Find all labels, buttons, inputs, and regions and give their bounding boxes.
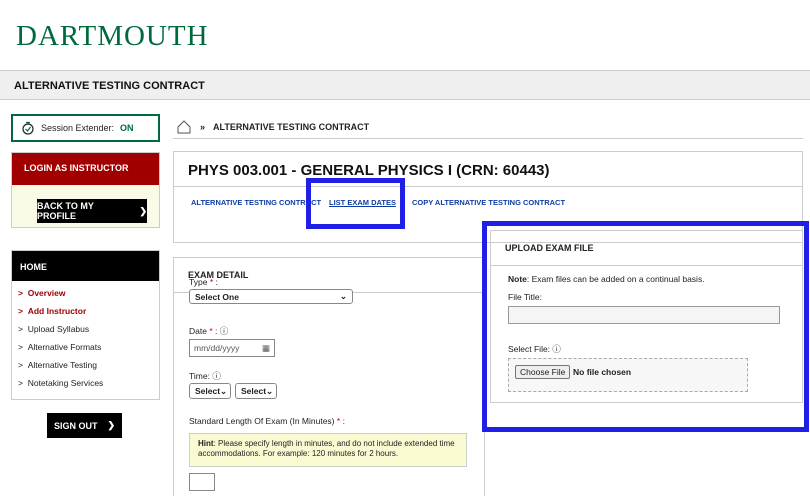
chevron-right-icon: >: [18, 306, 23, 316]
hour-select[interactable]: Select ⌄: [189, 383, 231, 399]
minute-select[interactable]: Select ⌄: [235, 383, 277, 399]
highlight-box-tab: [306, 178, 405, 229]
calendar-icon[interactable]: ▦: [262, 343, 270, 354]
time-field-label: Time: ⓘ: [189, 371, 221, 381]
session-label: Session Extender:: [41, 123, 115, 133]
tab-copy-alternative-testing-contract[interactable]: COPY ALTERNATIVE TESTING CONTRACT: [412, 198, 565, 207]
highlight-box-upload: [482, 221, 809, 432]
exam-detail-fields: Type * : Select One ⌄ Date * : ⓘ mm/dd/y…: [173, 257, 485, 496]
sign-out-button[interactable]: SIGN OUT ❯: [47, 413, 122, 438]
chevron-right-icon: >: [18, 378, 23, 388]
nav-item-upload-syllabus[interactable]: > Upload Syllabus: [18, 324, 89, 334]
course-title: PHYS 003.001 - GENERAL PHYSICS I (CRN: 6…: [188, 162, 550, 179]
home-heading: HOME: [12, 251, 159, 281]
date-field-label: Date * : ⓘ: [189, 326, 229, 336]
tab-alternative-testing-contract[interactable]: ALTERNATIVE TESTING CONTRACT: [191, 198, 321, 207]
chevron-right-icon: >: [18, 324, 23, 334]
stopwatch-icon: [22, 121, 34, 135]
home-icon[interactable]: [176, 119, 192, 135]
login-as-instructor-panel: LOGIN AS INSTRUCTOR BACK TO MY PROFILE ❯: [11, 152, 160, 228]
required-mark: *: [209, 277, 214, 287]
nav-item-overview[interactable]: > Overview: [18, 288, 66, 298]
back-to-profile-label: BACK TO MY PROFILE: [37, 201, 94, 221]
chevron-down-icon: ⌄: [339, 291, 347, 301]
chevron-right-icon: >: [18, 342, 23, 352]
date-input[interactable]: mm/dd/yyyy ▦: [189, 339, 275, 357]
nav-item-alternative-formats[interactable]: > Alternative Formats: [18, 342, 101, 352]
breadcrumb-current: ALTERNATIVE TESTING CONTRACT: [213, 121, 370, 132]
breadcrumb: » ALTERNATIVE TESTING CONTRACT: [173, 115, 803, 139]
nav-item-add-instructor[interactable]: > Add Instructor: [18, 306, 86, 316]
back-to-profile-button[interactable]: BACK TO MY PROFILE ❯: [37, 199, 147, 223]
chevron-down-icon: ⌄: [266, 385, 274, 396]
length-field-label: Standard Length Of Exam (In Minutes) * :: [189, 416, 345, 426]
type-select[interactable]: Select One ⌄: [189, 289, 353, 304]
nav-item-alternative-testing[interactable]: > Alternative Testing: [18, 360, 97, 370]
type-field-label: Type * :: [189, 277, 218, 287]
chevron-right-icon: ❯: [107, 420, 116, 430]
chevron-right-icon: ❯: [139, 205, 147, 216]
page-title: ALTERNATIVE TESTING CONTRACT: [14, 80, 205, 92]
session-status: ON: [120, 123, 134, 133]
page-title-bar: ALTERNATIVE TESTING CONTRACT: [0, 70, 810, 100]
login-heading: LOGIN AS INSTRUCTOR: [12, 153, 159, 185]
chevron-right-icon: >: [18, 288, 23, 298]
nav-item-notetaking-services[interactable]: > Notetaking Services: [18, 378, 103, 388]
help-icon[interactable]: ⓘ: [220, 326, 229, 336]
exam-length-input[interactable]: [189, 473, 215, 491]
chevron-down-icon: ⌄: [220, 385, 228, 396]
session-extender[interactable]: Session Extender: ON: [11, 114, 160, 142]
breadcrumb-separator: »: [200, 121, 206, 132]
help-icon[interactable]: ⓘ: [212, 371, 221, 381]
home-nav: HOME > Overview > Add Instructor > Uploa…: [11, 250, 160, 400]
chevron-right-icon: >: [18, 360, 23, 370]
divider: [174, 186, 802, 187]
sign-out-label: SIGN OUT: [53, 420, 98, 431]
dartmouth-logo[interactable]: DARTMOUTH: [16, 20, 209, 53]
hint-box: Hint: Please specify length in minutes, …: [189, 433, 467, 467]
